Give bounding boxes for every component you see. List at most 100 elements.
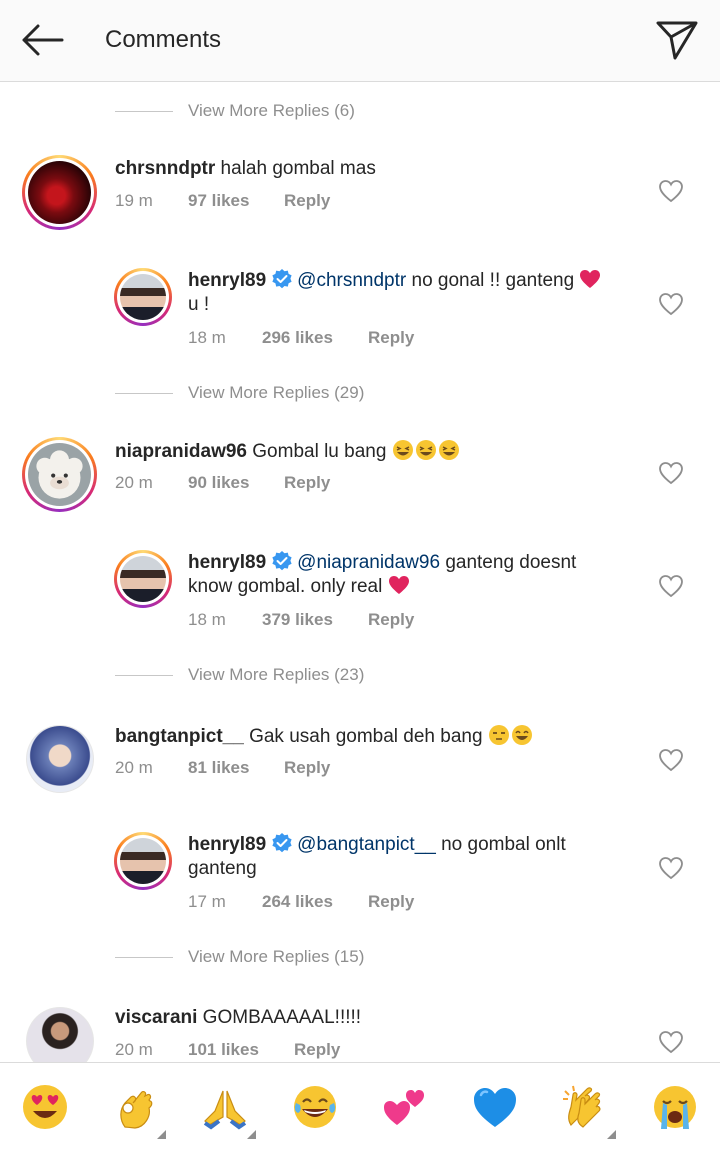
mention-link[interactable]: @bangtanpict__ (297, 834, 436, 855)
red-heart-emoji (388, 576, 409, 594)
comment-text: niapranidaw96 Gombal lu bang (115, 439, 635, 464)
reply-button[interactable]: Reply (284, 473, 330, 493)
likes-count[interactable]: 264 likes (262, 892, 333, 912)
replies-divider (115, 392, 173, 394)
avatar[interactable] (114, 832, 172, 890)
comment-body: Gak usah gombal deh bang (243, 726, 488, 747)
reply-button[interactable]: Reply (294, 1040, 340, 1060)
view-more-replies[interactable]: View More Replies (29) (115, 381, 364, 405)
ok-hand-emoji[interactable] (111, 1083, 159, 1131)
heart-outline-icon[interactable] (658, 292, 684, 316)
heart-outline-icon[interactable] (658, 574, 684, 598)
emoji-quick-bar (0, 1062, 720, 1150)
avatar[interactable] (22, 437, 97, 512)
send-icon[interactable] (654, 18, 700, 62)
reply-button[interactable]: Reply (368, 610, 414, 630)
reply-button[interactable]: Reply (368, 892, 414, 912)
rofl-emoji (438, 440, 459, 460)
heart-outline-icon[interactable] (658, 856, 684, 880)
avatar[interactable] (22, 155, 97, 230)
rofl-emoji (392, 440, 413, 460)
likes-count[interactable]: 379 likes (262, 610, 333, 630)
laughing-emoji (511, 725, 532, 745)
comment-username[interactable]: chrsnndptr (115, 158, 215, 179)
view-more-label: View More Replies (23) (188, 665, 365, 684)
comments-list[interactable]: View More Replies (6) chrsnndptr halah g… (0, 82, 720, 1062)
comment-body: Gombal lu bang (247, 441, 392, 462)
variant-indicator (157, 1130, 166, 1139)
view-more-label: View More Replies (15) (188, 947, 365, 966)
heart-outline-icon[interactable] (658, 748, 684, 772)
comment-time: 20 m (115, 473, 153, 492)
comment-username[interactable]: henryl89 (188, 552, 266, 573)
comment-time: 18 m (188, 328, 226, 347)
avatar[interactable] (114, 268, 172, 326)
comment-text: chrsnndptr halah gombal mas (115, 157, 635, 181)
avatar-photo (120, 838, 166, 884)
comment-text: viscarani GOMBAAAAAL!!!!! (115, 1006, 635, 1030)
comment-username[interactable]: henryl89 (188, 834, 266, 855)
avatar-photo (27, 726, 93, 792)
comment-username[interactable]: viscarani (115, 1007, 197, 1028)
back-arrow-icon[interactable] (18, 20, 66, 60)
replies-divider (115, 110, 173, 112)
folded-hands-emoji[interactable] (201, 1083, 249, 1131)
tears-of-joy-emoji[interactable] (291, 1083, 339, 1131)
comment-body: ganteng doesnt (440, 552, 577, 573)
comment-username[interactable]: niapranidaw96 (115, 441, 247, 462)
avatar[interactable] (26, 1007, 94, 1062)
likes-count[interactable]: 97 likes (188, 191, 249, 211)
heart-outline-icon[interactable] (658, 461, 684, 485)
top-bar: Comments (0, 0, 720, 82)
view-more-replies[interactable]: View More Replies (6) (115, 99, 355, 123)
comment-text: bangtanpict__ Gak usah gombal deh bang (115, 724, 635, 749)
heart-outline-icon[interactable] (658, 1030, 684, 1054)
two-hearts-emoji[interactable] (381, 1083, 429, 1131)
comment-body: no gonal !! ganteng (406, 270, 580, 291)
reply-button[interactable]: Reply (284, 758, 330, 778)
comment-body-cont: know gombal. only real (188, 576, 388, 597)
avatar[interactable] (114, 550, 172, 608)
reply-button[interactable]: Reply (368, 328, 414, 348)
view-more-replies[interactable]: View More Replies (23) (115, 663, 364, 687)
clapping-hands-emoji[interactable] (561, 1083, 609, 1131)
likes-count[interactable]: 101 likes (188, 1040, 259, 1060)
comment-username[interactable]: henryl89 (188, 270, 266, 291)
reply-button[interactable]: Reply (284, 191, 330, 211)
comment-time: 17 m (188, 892, 226, 911)
likes-count[interactable]: 81 likes (188, 758, 249, 778)
comment-time: 19 m (115, 191, 153, 210)
likes-count[interactable]: 296 likes (262, 328, 333, 348)
mention-link[interactable]: @niapranidaw96 (297, 552, 440, 573)
blue-heart-emoji[interactable] (471, 1083, 519, 1131)
comment-time: 18 m (188, 610, 226, 629)
view-more-replies[interactable]: View More Replies (15) (115, 945, 364, 969)
verified-badge-icon (272, 269, 292, 289)
comment-text: henryl89 @bangtanpict__ no gombal onlt gan… (188, 832, 628, 881)
comment-time: 20 m (115, 1040, 153, 1059)
comment-time: 20 m (115, 758, 153, 777)
avatar-photo (120, 556, 166, 602)
view-more-label: View More Replies (29) (188, 383, 365, 402)
comment-text: henryl89 @niapranidaw96 ganteng doesnt kno… (188, 550, 628, 599)
crying-emoji[interactable] (651, 1083, 699, 1131)
verified-badge-icon (272, 551, 292, 571)
heart-outline-icon[interactable] (658, 179, 684, 203)
variant-indicator (247, 1130, 256, 1139)
avatar-photo (28, 161, 91, 224)
rofl-emoji (415, 440, 436, 460)
avatar[interactable] (26, 725, 94, 793)
comment-username[interactable]: bangtanpict__ (115, 726, 244, 747)
page-title: Comments (105, 26, 222, 53)
comment-body-cont: u ! (188, 294, 210, 315)
likes-count[interactable]: 90 likes (188, 473, 249, 493)
mention-link[interactable]: @chrsnndptr (297, 270, 406, 291)
avatar-photo (27, 1008, 93, 1062)
sheep-character-icon (36, 450, 83, 499)
comment-body-cont: ganteng (188, 858, 257, 879)
avatar-photo (120, 274, 166, 320)
view-more-label: View More Replies (6) (188, 101, 355, 120)
comment-text: henryl89 @chrsnndptr no gonal !! ganteng … (188, 268, 628, 317)
heart-eyes-emoji[interactable] (21, 1083, 69, 1131)
comment-body: halah gombal mas (215, 158, 376, 179)
